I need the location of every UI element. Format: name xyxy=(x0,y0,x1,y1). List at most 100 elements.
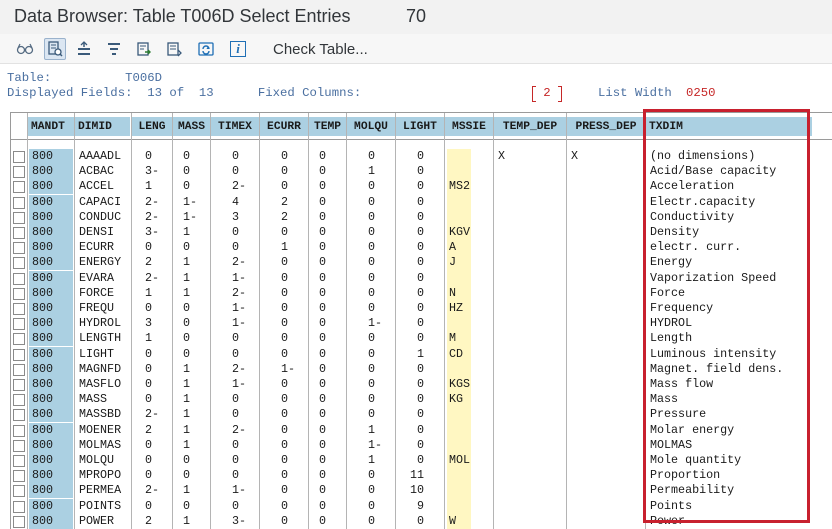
cell-mass: 1 xyxy=(182,225,190,239)
column-header-press-dep[interactable]: PRESS_DEP xyxy=(567,117,645,136)
cell-temp: 0 xyxy=(318,225,326,239)
row-select-checkbox[interactable] xyxy=(13,318,25,331)
cell-timex: 2- xyxy=(231,422,246,437)
cell-dimid: MASS xyxy=(79,392,108,407)
row-select-checkbox[interactable] xyxy=(13,455,25,467)
cell-dimid: MOLQU xyxy=(79,453,115,467)
row-select-checkbox[interactable] xyxy=(13,485,25,498)
cell-press-dep xyxy=(568,362,644,377)
row-select-checkbox[interactable] xyxy=(13,211,25,224)
cell-timex: 0 xyxy=(231,407,239,422)
column-header-mass[interactable]: MASS xyxy=(173,117,210,136)
cell-mass: 1 xyxy=(182,392,190,407)
cell-mandt: 800 xyxy=(29,422,73,438)
column-header-light[interactable]: LIGHT xyxy=(396,117,444,136)
cell-timex: 0 xyxy=(231,164,239,179)
cell-mssie: N xyxy=(449,285,457,300)
cell-leng: 0 xyxy=(144,498,152,513)
row-select-checkbox[interactable] xyxy=(13,379,25,391)
cell-light: 0 xyxy=(416,316,424,331)
row-select-checkbox[interactable] xyxy=(13,409,25,422)
row-select-checkbox[interactable] xyxy=(13,303,25,315)
column-header-dimid[interactable]: DIMID xyxy=(75,117,130,136)
row-select-checkbox[interactable] xyxy=(13,363,25,376)
cell-molqu: 0 xyxy=(367,361,375,376)
cell-molqu: 0 xyxy=(367,392,375,407)
cell-temp: 0 xyxy=(318,316,326,331)
cell-leng: 2 xyxy=(144,513,152,528)
column-header-molqu[interactable]: MOLQU xyxy=(347,117,395,136)
cell-leng: 3- xyxy=(144,164,159,179)
cell-leng: 2- xyxy=(144,270,159,285)
cell-light: 1 xyxy=(416,346,424,361)
cell-molqu: 0 xyxy=(367,331,375,346)
column-header-mssie[interactable]: MSSIE xyxy=(445,117,493,136)
row-select-checkbox[interactable] xyxy=(13,439,25,452)
glasses-icon[interactable] xyxy=(14,38,36,60)
cell-light: 0 xyxy=(416,407,424,422)
row-select-checkbox[interactable] xyxy=(13,470,25,483)
cell-light: 0 xyxy=(416,270,424,285)
row-select-checkbox[interactable] xyxy=(13,272,25,285)
row-select-checkbox[interactable] xyxy=(13,424,25,437)
cell-mandt: 800 xyxy=(29,179,73,195)
column-header-temp[interactable]: TEMP xyxy=(309,117,346,136)
cell-dimid: MAGNFD xyxy=(79,361,122,376)
cell-temp-dep xyxy=(495,240,565,255)
cell-mass: 1 xyxy=(182,270,190,285)
txdim-highlight-box xyxy=(643,109,810,523)
row-select-checkbox[interactable] xyxy=(13,257,25,270)
column-header-mandt[interactable]: MANDT xyxy=(28,117,74,136)
row-select-checkbox[interactable] xyxy=(13,515,25,528)
row-select-checkbox[interactable] xyxy=(13,151,25,163)
cell-temp: 0 xyxy=(318,179,326,194)
cell-temp-dep xyxy=(495,347,565,362)
column-header-temp-dep[interactable]: TEMP_DEP xyxy=(494,117,566,136)
cell-ecurr: 0 xyxy=(280,483,288,498)
table-name-line: Table: T006D xyxy=(7,71,162,85)
export-icon[interactable] xyxy=(133,38,155,60)
cell-timex: 0 xyxy=(231,392,239,407)
row-select-checkbox[interactable] xyxy=(13,166,25,179)
cell-mssie: W xyxy=(449,513,457,528)
row-select-checkbox[interactable] xyxy=(13,242,25,255)
cell-mass: 0 xyxy=(182,149,190,163)
cell-light: 0 xyxy=(416,422,424,437)
sort-descending-icon[interactable] xyxy=(103,38,125,60)
cell-dimid: ECURR xyxy=(79,240,115,255)
row-select-checkbox[interactable] xyxy=(13,333,25,346)
cell-mass: 1- xyxy=(182,194,197,209)
column-header-ecurr[interactable]: ECURR xyxy=(260,117,308,136)
cell-press-dep xyxy=(568,225,644,240)
cell-temp: 0 xyxy=(318,407,326,422)
layout-icon[interactable] xyxy=(163,38,185,60)
column-header-timex[interactable]: TIMEX xyxy=(211,117,259,136)
row-select-checkbox[interactable] xyxy=(13,227,25,239)
cell-leng: 2 xyxy=(144,422,152,437)
cell-ecurr: 0 xyxy=(280,316,288,331)
cell-leng: 0 xyxy=(144,149,152,163)
cell-mass: 1 xyxy=(182,483,190,498)
check-table-button[interactable]: Check Table... xyxy=(273,41,368,58)
row-select-checkbox[interactable] xyxy=(13,287,25,300)
cell-mssie: KGS xyxy=(449,377,471,391)
sort-ascending-icon[interactable] xyxy=(73,38,95,60)
row-select-checkbox[interactable] xyxy=(13,181,25,194)
refresh-icon[interactable] xyxy=(195,38,217,60)
cell-timex: 3 xyxy=(231,209,239,224)
cell-mssie: CD xyxy=(449,346,464,361)
cell-dimid: POWER xyxy=(79,513,115,528)
cell-mandt: 800 xyxy=(29,346,73,362)
info-icon[interactable]: i xyxy=(227,38,249,60)
column-header-leng[interactable]: LENG xyxy=(132,117,172,136)
cell-temp: 0 xyxy=(318,346,326,361)
fixed-columns-value[interactable]: 2 xyxy=(532,86,562,102)
cell-temp-dep xyxy=(495,316,565,331)
cell-press-dep xyxy=(568,286,644,301)
select-layout-icon[interactable] xyxy=(44,38,66,60)
cell-temp-dep xyxy=(495,210,565,225)
row-select-checkbox[interactable] xyxy=(13,196,25,209)
row-select-checkbox[interactable] xyxy=(13,500,25,513)
row-select-checkbox[interactable] xyxy=(13,394,25,407)
row-select-checkbox[interactable] xyxy=(13,348,25,361)
